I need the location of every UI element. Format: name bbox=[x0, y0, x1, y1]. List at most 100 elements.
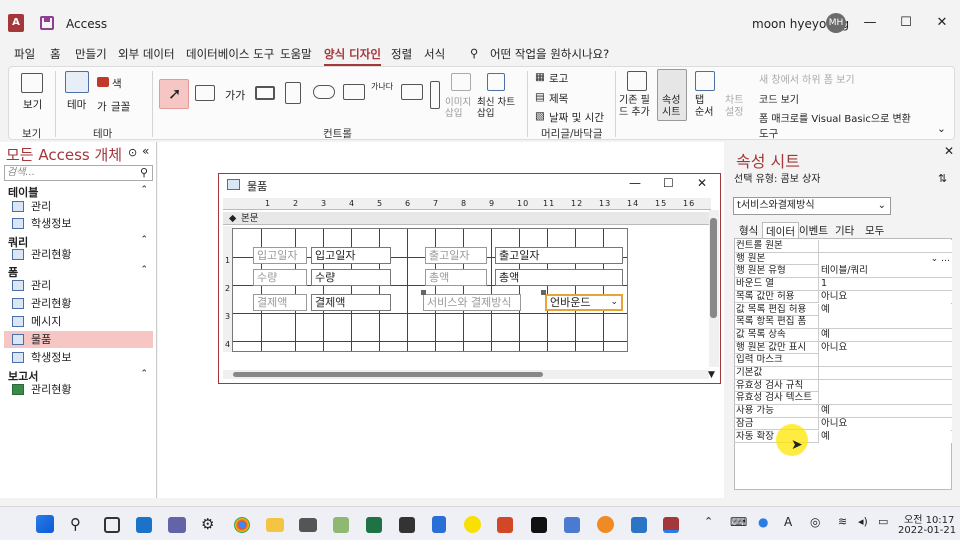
subform-new-window-button[interactable]: 새 창에서 하위 폼 보기 bbox=[759, 71, 855, 86]
nav-menu-icon[interactable]: ⊙ bbox=[128, 146, 137, 159]
property-value[interactable] bbox=[818, 316, 952, 329]
nav-item-query-관리현황[interactable]: 관리현황 bbox=[4, 246, 153, 263]
title-button[interactable]: 제목 bbox=[549, 91, 568, 106]
label-총액[interactable]: 총액 bbox=[425, 269, 487, 286]
tab-format[interactable]: 서식 bbox=[424, 46, 445, 62]
form-maximize-button[interactable]: ☐ bbox=[663, 176, 674, 190]
nav-item-form-메시지[interactable]: 메시지 bbox=[4, 313, 153, 330]
add-fields-icon[interactable] bbox=[627, 71, 647, 91]
search-icon[interactable]: ⚲ bbox=[470, 46, 478, 60]
textbox-입고일자[interactable]: 입고일자 bbox=[311, 247, 391, 264]
view-button[interactable]: 보기 bbox=[23, 97, 42, 112]
prop-tab-other[interactable]: 기타 bbox=[832, 222, 857, 239]
property-row[interactable]: 행 원본 유형 테이블/쿼리 bbox=[734, 265, 952, 279]
file-explorer-icon[interactable] bbox=[266, 518, 284, 532]
datetime-button[interactable]: 날짜 및 시간 bbox=[549, 110, 604, 125]
move-handle[interactable] bbox=[421, 290, 426, 295]
nav-item-report-관리현황[interactable]: 관리현황 bbox=[4, 381, 153, 398]
select-pointer-button[interactable]: ➚ bbox=[159, 79, 189, 109]
colors-icon[interactable] bbox=[97, 77, 109, 87]
logo-button[interactable]: 로고 bbox=[549, 71, 568, 86]
textbox-수량[interactable]: 수량 bbox=[311, 269, 391, 286]
property-row[interactable]: 컨트롤 원본 bbox=[734, 240, 952, 253]
search-icon[interactable]: ⚲ bbox=[70, 515, 90, 535]
property-value[interactable] bbox=[818, 354, 952, 367]
tab-form-design[interactable]: 양식 디자인 bbox=[324, 46, 381, 66]
tab-create[interactable]: 만들기 bbox=[75, 46, 107, 62]
convert-macros-button[interactable]: 폼 매크로를 Visual Basic으로 변환 bbox=[759, 110, 911, 125]
property-row[interactable]: 목록 항목 편집 폼 bbox=[734, 316, 952, 329]
chart-icon[interactable] bbox=[487, 73, 505, 91]
maximize-button[interactable]: ☐ bbox=[894, 12, 918, 34]
view-icon[interactable] bbox=[21, 73, 43, 93]
property-row[interactable]: 값 목록 상속 예 bbox=[734, 328, 952, 342]
chevron-down-icon[interactable]: ⌄ bbox=[610, 296, 618, 309]
logo-icon[interactable]: ▦ bbox=[535, 71, 545, 83]
sticky-notes-icon[interactable] bbox=[531, 517, 547, 533]
task-view-icon[interactable] bbox=[104, 517, 120, 533]
excel-icon[interactable] bbox=[366, 517, 382, 533]
property-sheet-button[interactable]: 속성 시트 bbox=[662, 95, 686, 119]
nav-item-form-물품[interactable]: 물품 bbox=[4, 331, 153, 348]
detail-section-bar[interactable]: ◆ 본문 bbox=[223, 212, 711, 225]
property-row[interactable]: 기본값 bbox=[734, 367, 952, 380]
property-row[interactable]: 값 목록 편집 허용 예 bbox=[734, 303, 952, 317]
property-row[interactable]: 행 원본 ⌄ … bbox=[734, 252, 952, 266]
nav-search-input[interactable]: 검색... bbox=[4, 165, 153, 181]
textbox-출고일자[interactable]: 출고일자 bbox=[495, 247, 623, 264]
controls-more-icon[interactable] bbox=[430, 81, 440, 109]
scroll-thumb[interactable] bbox=[233, 372, 543, 377]
hangul-icon[interactable] bbox=[631, 517, 647, 533]
capture-tool-icon[interactable] bbox=[399, 517, 415, 533]
property-value[interactable] bbox=[818, 379, 952, 392]
property-value[interactable]: 아니요 bbox=[818, 341, 952, 354]
form-close-button[interactable]: ✕ bbox=[697, 176, 707, 190]
move-handle[interactable] bbox=[541, 290, 546, 295]
fonts-icon[interactable]: 가 bbox=[97, 99, 107, 114]
view-code-button[interactable]: 코드 보기 bbox=[759, 91, 799, 106]
scroll-down-icon[interactable]: ▼ bbox=[708, 370, 715, 380]
microphone-icon[interactable]: ● bbox=[758, 515, 778, 535]
label-입고일자[interactable]: 입고일자 bbox=[253, 247, 307, 264]
app-icon[interactable] bbox=[597, 516, 614, 533]
image-icon[interactable] bbox=[451, 73, 471, 91]
property-value[interactable]: 1 bbox=[818, 278, 952, 291]
property-row[interactable]: 사용 가능 예 bbox=[734, 405, 952, 418]
property-value[interactable]: 아니요 bbox=[818, 417, 952, 430]
teams-chat-icon[interactable] bbox=[168, 517, 186, 533]
nav-item-form-관리현황[interactable]: 관리현황 bbox=[4, 295, 153, 312]
remote-icon[interactable] bbox=[564, 517, 580, 533]
label-수량[interactable]: 수량 bbox=[253, 269, 307, 286]
collapse-chevron-icon[interactable]: ⌃ bbox=[140, 235, 148, 245]
collapse-chevron-icon[interactable]: ⌃ bbox=[140, 265, 148, 275]
close-button[interactable]: ✕ bbox=[930, 12, 954, 34]
search-icon[interactable]: ⚲ bbox=[140, 166, 148, 179]
tab-control-icon[interactable] bbox=[285, 82, 301, 104]
navigation-control-icon[interactable]: 가나다 bbox=[371, 81, 393, 92]
nav-title[interactable]: 모든 Access 개체 bbox=[6, 144, 122, 165]
widgets-icon[interactable] bbox=[136, 517, 152, 533]
label-결제액[interactable]: 결제액 bbox=[253, 294, 307, 311]
camera-icon[interactable] bbox=[299, 518, 317, 532]
control-selector-dropdown[interactable]: t서비스와결제방식 ⌄ bbox=[733, 197, 891, 215]
clock-time[interactable]: 오전 10:17 bbox=[904, 511, 954, 526]
sort-icon[interactable]: ⇅ bbox=[938, 172, 947, 185]
tab-help[interactable]: 도움말 bbox=[280, 46, 312, 62]
tab-external-data[interactable]: 외부 데이터 bbox=[118, 46, 175, 62]
insert-chart-button[interactable]: 최신 차트 삽입 bbox=[477, 97, 521, 119]
label-서비스와결제방식[interactable]: 서비스와 결제방식 bbox=[423, 294, 521, 311]
property-value[interactable] bbox=[818, 367, 952, 379]
collapse-chevron-icon[interactable]: ⌃ bbox=[140, 185, 148, 195]
datetime-icon[interactable]: ▧ bbox=[535, 110, 545, 122]
app-icon[interactable] bbox=[333, 517, 349, 533]
property-row[interactable]: 유효성 검사 규칙 bbox=[734, 379, 952, 393]
tab-order-icon[interactable] bbox=[695, 71, 715, 91]
textbox-총액[interactable]: 총액 bbox=[495, 269, 623, 286]
property-row[interactable]: 자동 확장 예 bbox=[734, 430, 952, 444]
option-group-icon[interactable] bbox=[401, 84, 423, 100]
nav-item-form-관리[interactable]: 관리 bbox=[4, 277, 153, 294]
fonts-button[interactable]: 글꼴 bbox=[111, 99, 130, 114]
nav-item-form-학생정보[interactable]: 학생정보 bbox=[4, 349, 153, 366]
ime-indicator[interactable]: A bbox=[784, 515, 804, 535]
button-control-icon[interactable] bbox=[255, 86, 275, 100]
